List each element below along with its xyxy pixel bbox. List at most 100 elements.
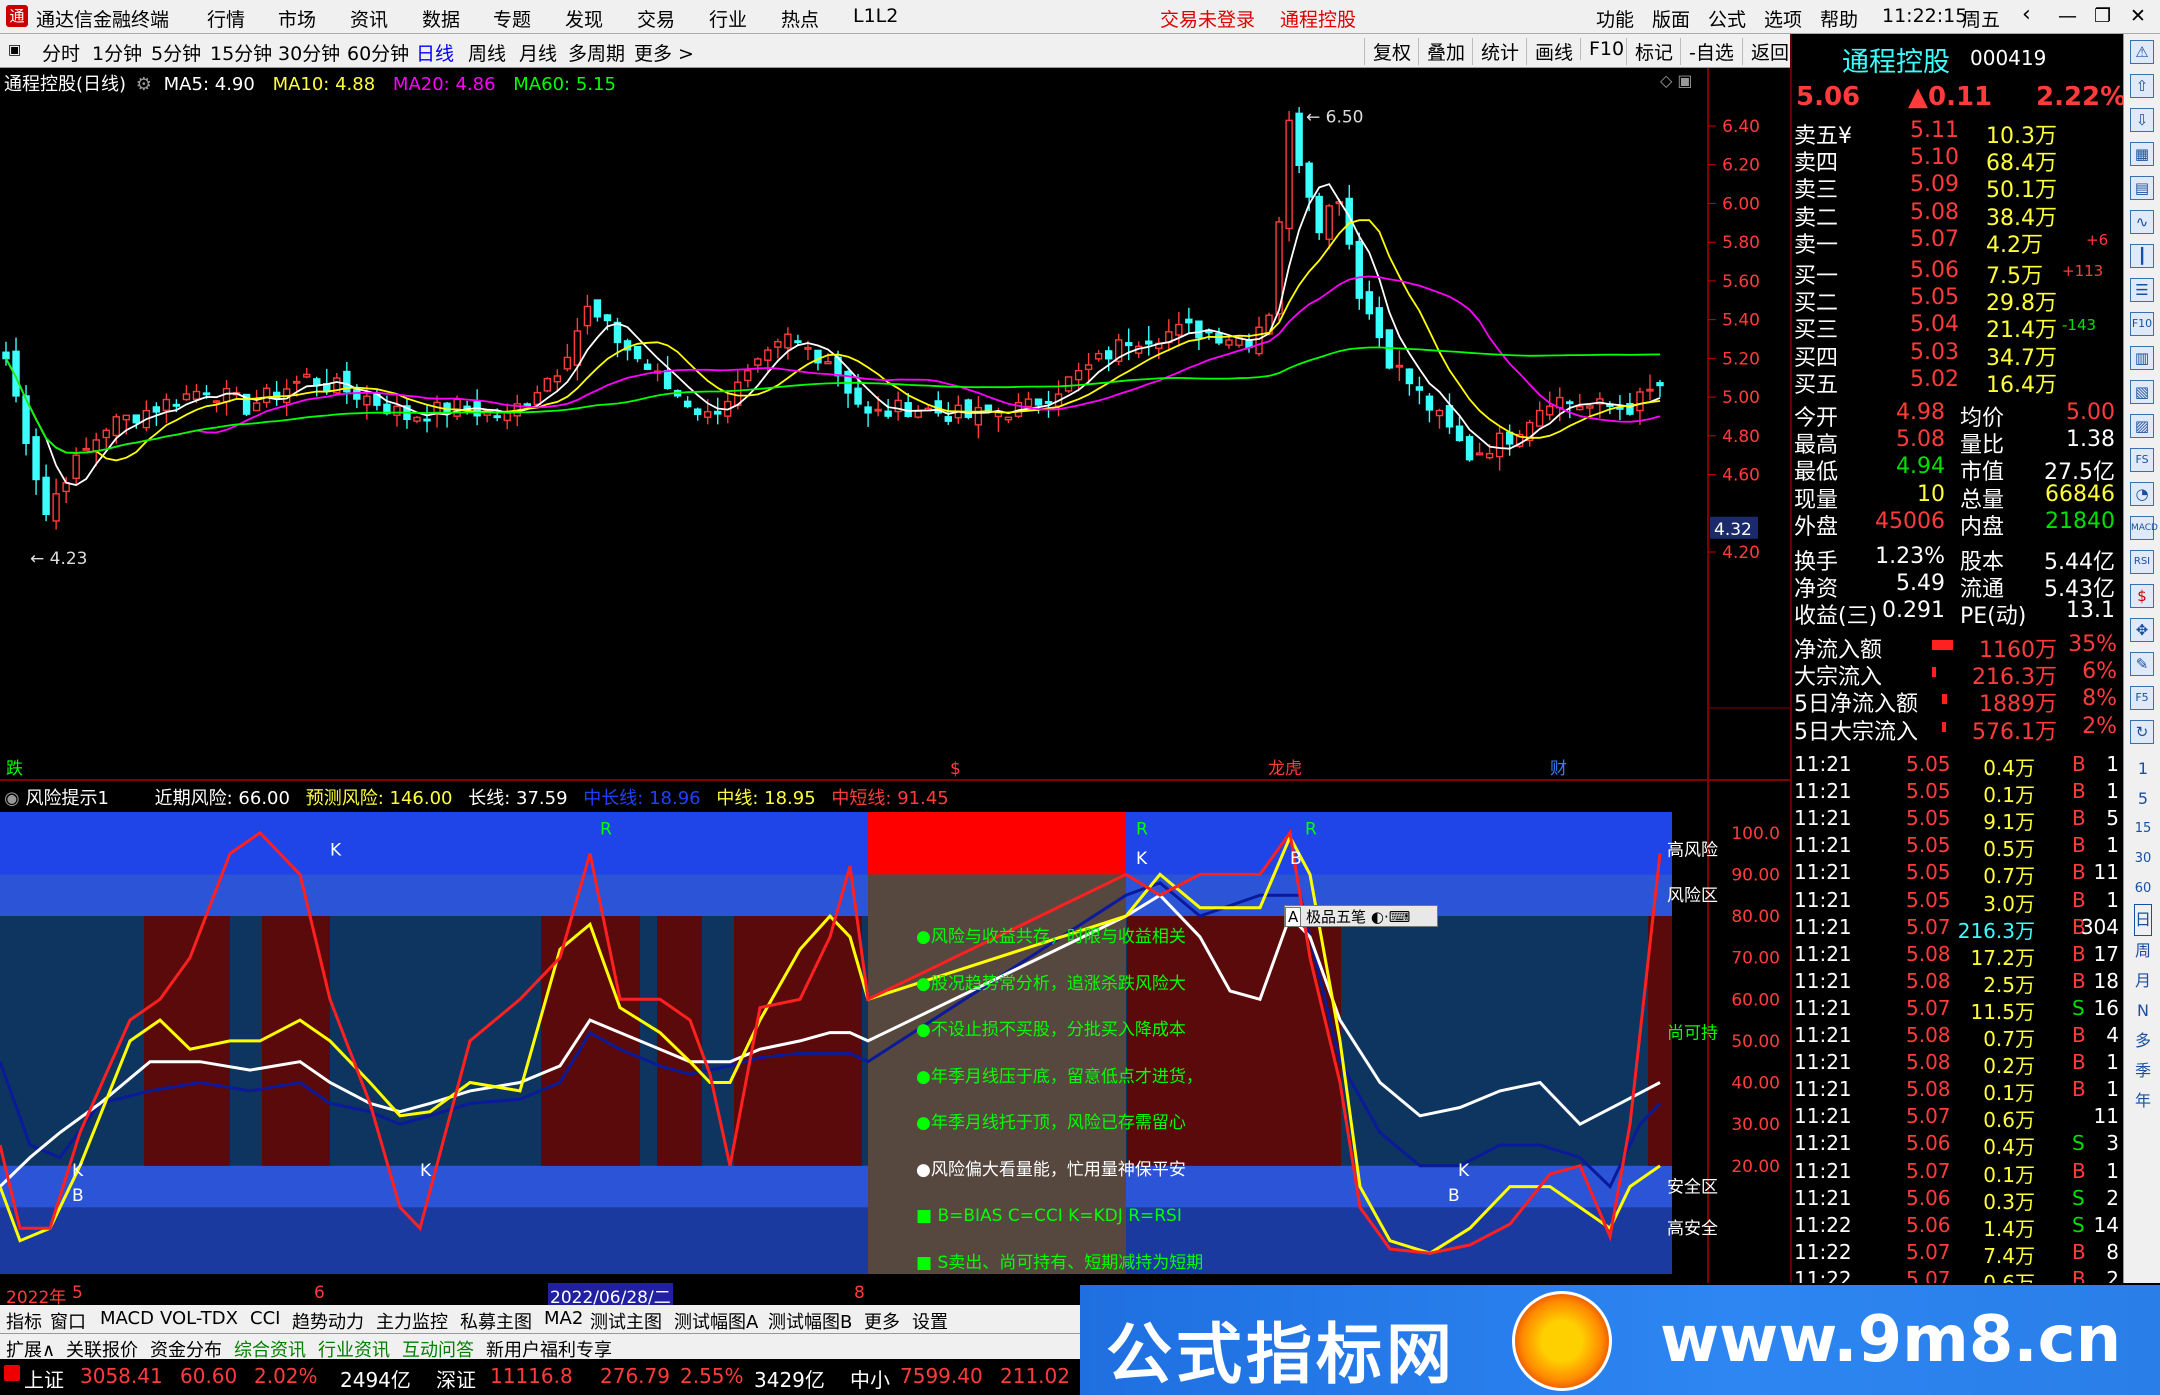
tab-more[interactable]: 更多 > <box>634 39 694 66</box>
tab-15min[interactable]: 15分钟 <box>210 39 272 66</box>
fuquan-button[interactable]: 复权 <box>1364 38 1411 65</box>
ind-tab-monitor[interactable]: 主力监控 <box>376 1308 448 1334</box>
period-year[interactable]: 年 <box>2134 1086 2152 1116</box>
bid-row[interactable]: 买五 5.02 16.4万 <box>1792 367 2123 398</box>
grid-icon[interactable]: ▦ <box>2130 142 2154 166</box>
tab-5min[interactable]: 5分钟 <box>151 39 201 66</box>
menu-item-xuanxiang[interactable]: 选项 <box>1764 5 1802 32</box>
period-15[interactable]: 15 <box>2134 814 2152 844</box>
menu-item-jiaoyi[interactable]: 交易 <box>637 5 675 32</box>
ask-row[interactable]: 卖四 5.10 68.4万 <box>1792 145 2123 176</box>
ime-moon-icon[interactable]: ◐ <box>1371 908 1384 926</box>
bid-row[interactable]: 买一 5.06 7.5万 +113 <box>1792 258 2123 289</box>
period-5[interactable]: 5 <box>2134 784 2152 814</box>
ask-row[interactable]: 卖二 5.08 38.4万 <box>1792 200 2123 231</box>
overlay-button[interactable]: 叠加 <box>1418 38 1465 65</box>
period-60[interactable]: 60 <box>2134 874 2152 904</box>
period-n[interactable]: N <box>2134 996 2152 1026</box>
tab-multi-period[interactable]: 多周期 <box>568 39 625 66</box>
trade-login-status[interactable]: 交易未登录 <box>1160 5 1255 32</box>
f10-icon[interactable]: F10 <box>2130 312 2154 336</box>
mark-button[interactable]: 标记 <box>1626 38 1673 65</box>
rsi-icon[interactable]: RSI <box>2130 550 2154 574</box>
watchlist-button[interactable]: -自选 <box>1680 38 1734 65</box>
menu-item-l1l2[interactable]: L1L2 <box>853 5 898 27</box>
ask-row[interactable]: 卖一 5.07 4.2万 +6 <box>1792 227 2123 258</box>
period-1[interactable]: 1 <box>2134 754 2152 784</box>
calc-icon[interactable]: ▨ <box>2130 414 2154 438</box>
tab-1min[interactable]: 1分钟 <box>92 39 142 66</box>
pie-icon[interactable]: ◔ <box>2130 482 2154 506</box>
draw-button[interactable]: 画线 <box>1526 38 1573 65</box>
menu-item-banmian[interactable]: 版面 <box>1652 5 1690 32</box>
ind-tab-zhibiao[interactable]: 指标 <box>6 1308 42 1334</box>
ask-row[interactable]: 卖三 5.09 50.1万 <box>1792 172 2123 203</box>
ad-banner[interactable]: 公式指标网 www.9m8.cn <box>1080 1285 2160 1395</box>
indicator-name[interactable]: 风险提示1 <box>25 788 108 809</box>
period-quarter[interactable]: 季 <box>2134 1056 2152 1086</box>
toggle-panel-icon[interactable]: ▣ <box>8 42 21 58</box>
tab-daily[interactable]: 日线 <box>416 39 454 66</box>
macd-icon[interactable]: MACD <box>2130 516 2158 540</box>
ind-tab-more[interactable]: 更多 <box>864 1308 900 1334</box>
news-icon[interactable]: ▥ <box>2130 346 2154 370</box>
ask-row[interactable]: 卖五¥ 5.11 10.3万 <box>1792 118 2123 149</box>
bid-row[interactable]: 买二 5.05 29.8万 <box>1792 285 2123 316</box>
index-name[interactable]: 上证 <box>24 1364 64 1393</box>
period-multi[interactable]: 多 <box>2134 1026 2152 1056</box>
settings-icon[interactable]: ⚙ <box>136 74 152 95</box>
arrow-down-icon[interactable]: ⇩ <box>2130 108 2154 132</box>
menu-item-shichang[interactable]: 市场 <box>278 5 316 32</box>
index-name[interactable]: 中小 <box>850 1364 890 1393</box>
period-week[interactable]: 周 <box>2134 936 2152 966</box>
ind-tab-window[interactable]: 窗口 <box>50 1308 86 1334</box>
menu-item-gongshi[interactable]: 公式 <box>1708 5 1746 32</box>
ind-tab-trend[interactable]: 趋势动力 <box>292 1308 364 1334</box>
tab-monthly[interactable]: 月线 <box>519 39 557 66</box>
back-icon[interactable]: ‹ <box>2022 2 2031 27</box>
menu-item-gongneng[interactable]: 功能 <box>1596 5 1634 32</box>
ime-mode-icon[interactable]: A <box>1285 907 1302 927</box>
f10-button[interactable]: F10 <box>1580 38 1624 60</box>
minimize-icon[interactable]: — <box>2058 5 2077 27</box>
ind-tab-ma2[interactable]: MA2 <box>544 1308 583 1329</box>
chart-canvas[interactable]: 6.40 6.20 6.00 5.80 5.60 5.40 5.20 5.00 4.80 4.60… <box>0 68 1790 1283</box>
bid-row[interactable]: 买三 5.04 21.4万 -143 <box>1792 312 2123 343</box>
menu-item-hangye[interactable]: 行业 <box>709 5 747 32</box>
period-30[interactable]: 30 <box>2134 844 2152 874</box>
ind-tab-settings[interactable]: 设置 <box>912 1308 948 1334</box>
ind-tab-test-b[interactable]: 测试幅图B <box>768 1308 852 1334</box>
period-month[interactable]: 月 <box>2134 966 2152 996</box>
menu-item-zixun[interactable]: 资讯 <box>350 5 388 32</box>
ind-tab-vol[interactable]: VOL-TDX <box>160 1308 238 1329</box>
restore-icon[interactable]: ❐ <box>2094 5 2111 27</box>
close-icon[interactable]: ✕ <box>2130 5 2146 27</box>
candle-icon[interactable]: ┃ <box>2130 244 2154 268</box>
tab-60min[interactable]: 60分钟 <box>347 39 409 66</box>
ind-tab-test-a[interactable]: 测试幅图A <box>674 1308 758 1334</box>
menu-item-shuju[interactable]: 数据 <box>422 5 460 32</box>
menu-item-redian[interactable]: 热点 <box>781 5 819 32</box>
menu-item-zhuanti[interactable]: 专题 <box>493 5 531 32</box>
doc-icon[interactable]: ▧ <box>2130 380 2154 404</box>
line-chart-icon[interactable]: ∿ <box>2130 210 2154 234</box>
arrow-up-icon[interactable]: ⇧ <box>2130 74 2154 98</box>
ime-popup[interactable]: A 极品五笔 ◐·⌨ <box>1284 905 1438 927</box>
table-icon[interactable]: ▤ <box>2130 176 2154 200</box>
indicator-toggle-icon[interactable]: ◉ <box>4 788 20 809</box>
tab-30min[interactable]: 30分钟 <box>278 39 340 66</box>
refresh-icon[interactable]: ↻ <box>2130 720 2154 744</box>
menu-item-hangqing[interactable]: 行情 <box>207 5 245 32</box>
tab-fenshi[interactable]: 分时 <box>42 39 80 66</box>
menu-item-faxian[interactable]: 发现 <box>565 5 603 32</box>
alert-icon[interactable]: ⚠ <box>2130 40 2154 64</box>
period-day[interactable]: 日 <box>2134 904 2152 936</box>
ind-tab-macd[interactable]: MACD <box>100 1308 154 1329</box>
stats-button[interactable]: 统计 <box>1472 38 1519 65</box>
move-icon[interactable]: ✥ <box>2130 618 2154 642</box>
fs-icon[interactable]: FS <box>2130 448 2154 472</box>
money-icon[interactable]: $ <box>2130 584 2154 608</box>
f5-icon[interactable]: F5 <box>2130 686 2154 710</box>
bid-row[interactable]: 买四 5.03 34.7万 <box>1792 340 2123 371</box>
ind-tab-cci[interactable]: CCI <box>250 1308 280 1329</box>
